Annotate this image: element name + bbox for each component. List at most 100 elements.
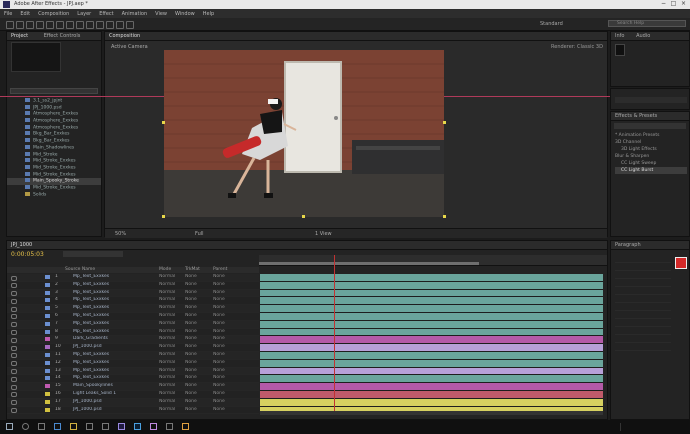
selection-tool-icon[interactable]	[6, 21, 14, 29]
layer-mode-dropdown[interactable]: Normal	[159, 336, 175, 343]
layer-mode-dropdown[interactable]: Normal	[159, 290, 175, 297]
label-color-swatch[interactable]	[45, 313, 50, 318]
label-color-swatch[interactable]	[45, 306, 50, 311]
visibility-eye-icon[interactable]	[11, 314, 17, 320]
layer-trkmat-dropdown[interactable]: None	[185, 274, 197, 281]
label-color-swatch[interactable]	[45, 391, 50, 396]
layer-name[interactable]: Dark_Gradients	[73, 336, 108, 343]
layer-duration-bar[interactable]	[260, 375, 603, 384]
folder-icon[interactable]	[70, 423, 77, 430]
layer-name[interactable]: Mp_Text_Exxkes	[73, 313, 109, 320]
layer-trkmat-dropdown[interactable]: None	[185, 282, 197, 289]
layer-row[interactable]: 15 Main_Spookylines Normal None None	[7, 383, 259, 391]
list-item[interactable]: Atmosphere_Exxkes	[7, 111, 101, 118]
layer-trkmat-dropdown[interactable]: None	[185, 368, 197, 375]
label-color-swatch[interactable]	[45, 399, 50, 404]
layer-name[interactable]: Mp_Text_Exxkes	[73, 290, 109, 297]
zoom-tool-icon[interactable]	[26, 21, 34, 29]
tab-project[interactable]: Project	[11, 33, 28, 39]
layer-trkmat-dropdown[interactable]: None	[185, 344, 197, 351]
layer-row[interactable]: 16 Light Leaks_Solid 1 Normal None None	[7, 390, 259, 399]
layer-row[interactable]: 1 Mp_Text_Exxkes Normal None None	[7, 274, 259, 282]
layer-duration-bar[interactable]	[260, 312, 603, 321]
layer-parent-dropdown[interactable]: None	[213, 383, 225, 390]
layer-parent-dropdown[interactable]: None	[213, 290, 225, 297]
tab-composition[interactable]: Composition	[109, 33, 140, 39]
visibility-eye-icon[interactable]	[11, 408, 17, 414]
layer-mode-dropdown[interactable]: Normal	[159, 329, 175, 336]
list-item[interactable]: Bkg_Bar_Exxkes	[7, 138, 101, 145]
type-tool-icon[interactable]	[86, 21, 94, 29]
list-item[interactable]: CC Light Burst	[615, 167, 687, 174]
list-item[interactable]: 3D Channel	[615, 139, 687, 146]
visibility-eye-icon[interactable]	[11, 322, 17, 328]
visibility-eye-icon[interactable]	[11, 337, 17, 343]
premiere-icon[interactable]	[150, 423, 157, 430]
timeline-scrollbar[interactable]	[260, 411, 603, 415]
tab-audio[interactable]: Audio	[636, 33, 650, 39]
layer-name[interactable]: Mp_Text_Exxkes	[73, 274, 109, 281]
layer-name[interactable]: Mp_Text_Exxkes	[73, 375, 109, 382]
fill-color-swatch[interactable]	[675, 257, 687, 269]
layer-trkmat-dropdown[interactable]: None	[185, 407, 197, 414]
layer-mode-dropdown[interactable]: Normal	[159, 399, 175, 406]
layer-trkmat-dropdown[interactable]: None	[185, 321, 197, 328]
layer-duration-bar[interactable]	[260, 351, 603, 360]
label-color-swatch[interactable]	[45, 352, 50, 357]
layer-name[interactable]: JPJ_1000.psd	[73, 407, 102, 414]
tab-effects-presets[interactable]: Effects & Presets	[615, 113, 657, 119]
hand-tool-icon[interactable]	[16, 21, 24, 29]
label-color-swatch[interactable]	[45, 360, 50, 365]
layer-row[interactable]: 10 JPJ_1000.psd Normal None None	[7, 344, 259, 352]
layer-row[interactable]: 3 Mp_Text_Exxkes Normal None None	[7, 289, 259, 298]
layer-duration-bar[interactable]	[260, 289, 603, 298]
layer-trkmat-dropdown[interactable]: None	[185, 290, 197, 297]
visibility-eye-icon[interactable]	[11, 369, 17, 375]
list-item[interactable]: 3D Light Effects	[615, 146, 687, 153]
layer-trkmat-dropdown[interactable]: None	[185, 383, 197, 390]
list-item[interactable]: * Animation Presets	[615, 132, 687, 139]
visibility-eye-icon[interactable]	[11, 345, 17, 351]
project-search-field[interactable]	[10, 88, 98, 94]
rotate-tool-icon[interactable]	[36, 21, 44, 29]
layer-row[interactable]: 6 Mp_Text_Exxkes Normal None None	[7, 312, 259, 321]
visibility-eye-icon[interactable]	[11, 384, 17, 390]
layer-mode-dropdown[interactable]: Normal	[159, 360, 175, 367]
layer-trkmat-dropdown[interactable]: None	[185, 336, 197, 343]
menu-file[interactable]: File	[4, 11, 12, 17]
puppet-tool-icon[interactable]	[126, 21, 134, 29]
layer-parent-dropdown[interactable]: None	[213, 391, 225, 398]
layer-name[interactable]: Mp_Text_Exxkes	[73, 305, 109, 312]
layer-parent-dropdown[interactable]: None	[213, 282, 225, 289]
layer-duration-bar[interactable]	[260, 336, 603, 345]
layer-parent-dropdown[interactable]: None	[213, 344, 225, 351]
list-item[interactable]: Mid_Stroke	[7, 151, 101, 159]
task-view-icon[interactable]	[38, 423, 45, 430]
layer-parent-dropdown[interactable]: None	[213, 368, 225, 375]
layer-duration-bar[interactable]	[260, 297, 603, 306]
tab-effect-controls[interactable]: Effect Controls	[44, 33, 81, 39]
list-item[interactable]: JPJ_1000.psd	[7, 104, 101, 112]
layer-parent-dropdown[interactable]: None	[213, 321, 225, 328]
layer-name[interactable]: JPJ_1000.psd	[73, 344, 102, 351]
layer-name[interactable]: Mp_Text_Exxkes	[73, 368, 109, 375]
menu-composition[interactable]: Composition	[38, 11, 69, 17]
visibility-eye-icon[interactable]	[11, 376, 17, 382]
layer-mode-dropdown[interactable]: Normal	[159, 368, 175, 375]
label-color-swatch[interactable]	[45, 275, 50, 279]
layer-duration-bar[interactable]	[260, 281, 603, 290]
list-item[interactable]: Mid_Stroke_Exxkes	[7, 171, 101, 179]
stamp-tool-icon[interactable]	[106, 21, 114, 29]
layer-name[interactable]: Mp_Text_Exxkes	[73, 321, 109, 328]
search-icon[interactable]	[22, 423, 29, 430]
layer-parent-dropdown[interactable]: None	[213, 375, 225, 382]
store-icon[interactable]	[86, 423, 93, 430]
visibility-eye-icon[interactable]	[11, 330, 17, 336]
pan-tool-icon[interactable]	[56, 21, 64, 29]
layer-name[interactable]: Mp_Text_Exxkes	[73, 282, 109, 289]
layer-duration-bar[interactable]	[260, 383, 603, 391]
layer-parent-dropdown[interactable]: None	[213, 399, 225, 406]
layer-row[interactable]: 8 Mp_Text_Exxkes Normal None None	[7, 328, 259, 337]
layer-trkmat-dropdown[interactable]: None	[185, 352, 197, 359]
start-icon[interactable]	[6, 423, 13, 430]
